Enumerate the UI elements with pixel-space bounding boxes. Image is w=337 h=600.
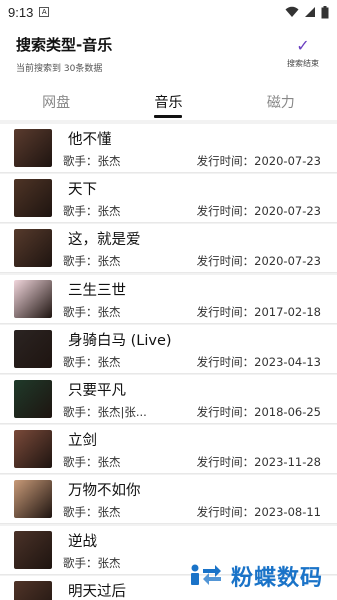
song-title: 天下 [68,182,97,199]
album-cover [14,379,52,418]
song-title: 立剑 [68,433,97,450]
status-icons [285,5,329,19]
search-done-label: 搜索结束 [287,59,319,68]
song-singer: 歌手：张杰 [63,555,121,570]
song-release-date: 发行时间：2017-02-18 [196,304,321,319]
page-header: 搜索类型-音乐 当前搜索到 30条数据 ✓ 搜索结束 [0,24,337,84]
wifi-icon [285,6,299,17]
song-list: 他不懂 歌手：张杰 发行时间：2020-07-23 天下 歌手：张杰 发行时间：… [0,120,337,600]
album-cover [14,580,52,600]
tab-magnet[interactable]: 磁力 [225,84,337,120]
song-title: 三生三世 [68,282,126,299]
status-time: 9:13 [8,4,34,20]
album-cover [14,480,52,519]
album-cover [14,430,52,469]
song-title: 逆战 [68,533,97,550]
song-release-date: 发行时间：2023-08-11 [196,505,321,520]
song-row[interactable]: 他不懂 歌手：张杰 发行时间：2020-07-23 [0,124,337,173]
watermark: 粉蝶数码 [189,560,323,592]
album-cover [14,530,52,569]
battery-icon [321,5,329,18]
song-release-date: 发行时间：2020-07-23 [196,254,321,269]
song-row[interactable]: 三生三世 歌手：张杰 发行时间：2017-02-18 [0,274,337,324]
signal-icon [305,7,315,17]
song-row[interactable]: 万物不如你 歌手：张杰 发行时间：2023-08-11 [0,475,337,525]
song-release-date: 发行时间：2020-07-23 [196,204,321,219]
notification-a-icon: A [39,7,50,17]
song-singer: 歌手：张杰 [63,154,121,168]
song-singer: 歌手：张杰 [63,455,121,470]
watermark-text: 粉蝶数码 [230,566,323,591]
album-cover [14,129,52,167]
check-icon: ✓ [296,36,310,55]
song-title: 身骑白马 (Live) [68,332,172,349]
tab-cloud-drive[interactable]: 网盘 [0,84,112,120]
tab-music[interactable]: 音乐 [112,84,224,120]
song-title: 这，就是爱 [68,232,141,249]
song-title: 明天过后 [68,583,126,600]
song-singer: 歌手：张杰 [63,204,121,219]
song-release-date: 发行时间：2023-11-28 [196,455,321,470]
song-row[interactable]: 只要平凡 歌手：张杰|张... 发行时间：2018-06-25 [0,374,337,424]
song-release-date: 发行时间：2023-04-13 [196,354,321,369]
song-row[interactable]: 天下 歌手：张杰 发行时间：2020-07-23 [0,174,337,224]
album-cover [14,179,52,218]
song-title: 只要平凡 [68,382,126,399]
song-row[interactable]: 这，就是爱 歌手：张杰 发行时间：2020-07-23 [0,224,337,274]
song-title: 他不懂 [68,132,112,148]
song-singer: 歌手：张杰 [63,254,121,269]
page-title: 搜索类型-音乐 [16,36,113,54]
song-title: 万物不如你 [68,483,141,500]
song-singer: 歌手：张杰 [63,505,121,520]
status-bar: 9:13 A [0,0,337,24]
song-release-date: 发行时间：2020-07-23 [196,154,321,168]
song-singer: 歌手：张杰|张... [63,404,147,419]
watermark-logo-icon [190,564,221,585]
song-singer: 歌手：张杰 [63,304,121,319]
song-row[interactable]: 立剑 歌手：张杰 发行时间：2023-11-28 [0,425,337,475]
tab-bar: 网盘 音乐 磁力 [0,84,337,120]
album-cover [14,229,52,268]
album-cover [14,279,52,318]
song-row[interactable]: 身骑白马 (Live) 歌手：张杰 发行时间：2023-04-13 [0,324,337,374]
song-release-date: 发行时间：2018-06-25 [196,404,321,419]
song-singer: 歌手：张杰 [63,354,121,369]
album-cover [14,329,52,368]
search-done-button[interactable]: ✓ 搜索结束 [283,38,323,69]
result-count: 当前搜索到 30条数据 [16,64,103,74]
